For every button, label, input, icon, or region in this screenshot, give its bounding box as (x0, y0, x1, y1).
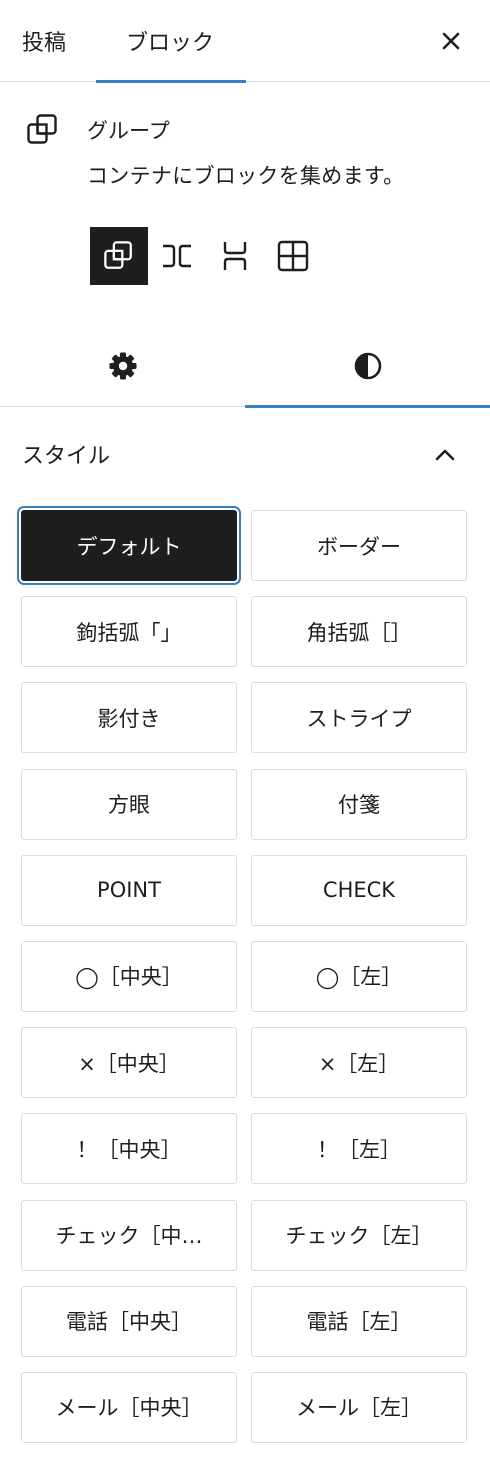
style-option-label: チェック［左］ (285, 1224, 433, 1248)
style-option-shadow[interactable]: 影付き (21, 682, 237, 754)
style-option-check-center[interactable]: チェック［中… (21, 1199, 237, 1271)
style-option-label: ！［左］ (317, 1137, 401, 1162)
stack-variation-icon (223, 242, 247, 270)
tab-post-label: 投稿 (22, 31, 67, 56)
variation-grid-button[interactable] (264, 227, 322, 285)
style-option-border[interactable]: ボーダー (251, 510, 467, 581)
style-option-label: チェック［中… (55, 1224, 203, 1248)
style-option-default[interactable]: デフォルト (21, 510, 237, 581)
close-button[interactable] (434, 24, 468, 58)
tab-active-indicator (96, 80, 246, 83)
contrast-icon (354, 352, 381, 380)
row-variation-icon (163, 244, 191, 268)
style-option-label: メール［中央］ (55, 1396, 203, 1421)
style-option-exclamation-center[interactable]: ！［中央］ (21, 1113, 237, 1185)
style-option-sticky[interactable]: 付箋 (251, 768, 467, 840)
variation-group-button[interactable] (90, 227, 148, 285)
variation-row-button[interactable] (148, 227, 206, 285)
style-option-check-left[interactable]: チェック［左］ (251, 1199, 467, 1271)
chevron-up-icon (435, 449, 455, 461)
style-option-cross-center[interactable]: ×［中央］ (21, 1027, 237, 1099)
variation-stack-button[interactable] (206, 227, 264, 285)
style-option-label: 付箋 (338, 793, 380, 818)
style-option-check[interactable]: CHECK (251, 854, 467, 926)
style-option-label: ボーダー (317, 534, 401, 559)
tab-post[interactable]: 投稿 (22, 0, 66, 82)
style-option-label: 影付き (97, 706, 161, 731)
sidebar-header: 投稿 ブロック (0, 0, 490, 83)
style-option-grid[interactable]: 方眼 (21, 768, 237, 840)
block-title: グループ (87, 119, 170, 143)
group-icon (27, 114, 57, 144)
style-option-kakko[interactable]: 鉤括弧「」 (21, 596, 237, 668)
block-styles-grid: デフォルト ボーダー 鉤括弧「」 角括弧［］ 影付き ストライプ 方眼 付箋 P… (21, 510, 467, 1443)
style-option-label: ◯［中央］ (75, 965, 183, 990)
style-option-phone-left[interactable]: 電話［左］ (251, 1285, 467, 1357)
style-option-label: ×［中央］ (78, 1051, 180, 1076)
style-option-stripe[interactable]: ストライプ (251, 682, 467, 754)
style-option-label: デフォルト (76, 534, 182, 559)
style-option-exclamation-left[interactable]: ！［左］ (251, 1113, 467, 1185)
tab-active-indicator (245, 405, 490, 408)
style-option-label: 鉤括弧「」 (76, 620, 182, 645)
style-option-label: 電話［中央］ (66, 1310, 192, 1335)
grid-variation-icon (277, 240, 309, 272)
style-option-label: CHECK (322, 878, 396, 903)
style-option-circle-left[interactable]: ◯［左］ (251, 940, 467, 1012)
style-option-label: POINT (97, 878, 161, 903)
style-option-label: ！［中央］ (76, 1137, 182, 1162)
tab-styles[interactable] (245, 325, 490, 408)
style-option-label: 方眼 (108, 793, 150, 818)
inspector-tabs (0, 325, 490, 408)
style-option-point[interactable]: POINT (21, 854, 237, 926)
style-option-circle-center[interactable]: ◯［中央］ (21, 940, 237, 1012)
style-option-mail-center[interactable]: メール［中央］ (21, 1371, 237, 1443)
tab-block-label: ブロック (126, 31, 215, 56)
block-variations (90, 227, 322, 285)
styles-panel-toggle[interactable]: スタイル (0, 418, 490, 488)
style-option-label: ◯［左］ (315, 965, 403, 990)
style-option-phone-center[interactable]: 電話［中央］ (21, 1285, 237, 1357)
style-option-cross-left[interactable]: ×［左］ (251, 1027, 467, 1099)
style-option-label: メール［左］ (296, 1396, 422, 1421)
tab-block[interactable]: ブロック (96, 0, 246, 83)
tab-settings[interactable] (0, 325, 245, 407)
style-option-label: ×［左］ (318, 1051, 400, 1076)
style-option-kakukakko[interactable]: 角括弧［］ (251, 596, 467, 668)
gear-icon (109, 352, 136, 380)
styles-panel-title: スタイル (22, 444, 111, 469)
style-option-label: ストライプ (306, 706, 412, 731)
block-description: コンテナにブロックを集めます。 (87, 164, 405, 188)
group-variation-icon (104, 241, 132, 269)
style-option-label: 角括弧［］ (306, 620, 412, 645)
close-icon (442, 32, 460, 50)
style-option-mail-left[interactable]: メール［左］ (251, 1371, 467, 1443)
style-option-label: 電話［左］ (306, 1310, 412, 1335)
